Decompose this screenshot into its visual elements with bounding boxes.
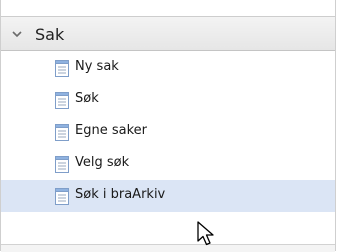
nav-item-egne-saker[interactable]: Egne saker (1, 116, 335, 148)
chevron-down-icon[interactable] (11, 28, 23, 40)
document-icon (55, 188, 69, 205)
nav-item-label: Ny sak (75, 59, 119, 74)
nav-item-label: Søk (75, 91, 99, 106)
document-icon (55, 92, 69, 109)
section-header-sak[interactable]: Sak (1, 16, 335, 51)
nav-item-ny-sak[interactable]: Ny sak (1, 52, 335, 84)
nav-item-label: Egne saker (75, 123, 147, 138)
nav-item-list: Ny sak Søk Egne saker Velg søk Søk i bra… (1, 52, 335, 212)
nav-item-label: Velg søk (75, 155, 130, 170)
document-icon (55, 156, 69, 173)
document-icon (55, 60, 69, 77)
document-icon (55, 124, 69, 141)
nav-item-velg-sok[interactable]: Velg søk (1, 148, 335, 180)
section-title: Sak (35, 25, 65, 44)
nav-item-sok[interactable]: Søk (1, 84, 335, 116)
nav-item-label: Søk i braArkiv (75, 187, 166, 202)
nav-item-sok-i-braarkiv[interactable]: Søk i braArkiv (1, 180, 335, 212)
navigation-panel: Sak Ny sak Søk Egne saker Velg søk Søk i… (0, 0, 336, 252)
